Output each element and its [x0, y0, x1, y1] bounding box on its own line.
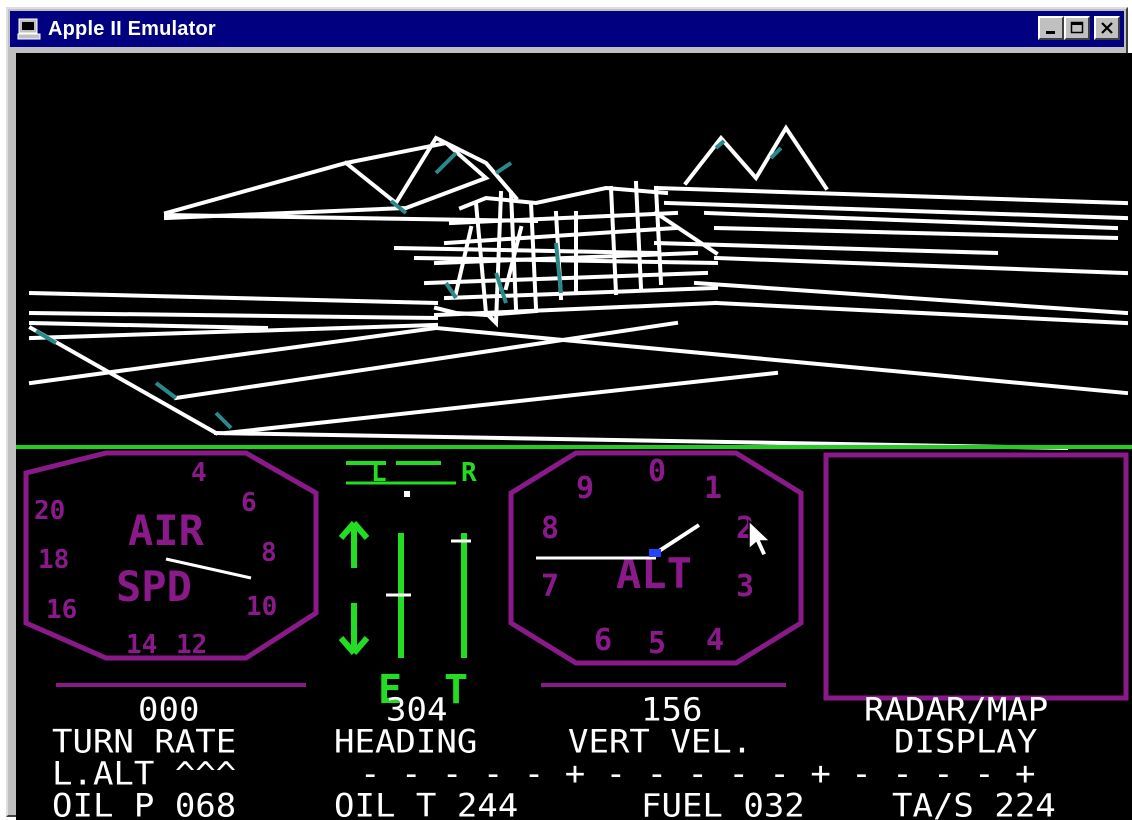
airspeed-mark: 6 [241, 488, 257, 518]
altimeter-mark: 7 [541, 569, 559, 604]
airspeed-mark: 14 [126, 630, 157, 660]
radar-map-panel [823, 452, 1129, 701]
mouse-cursor [748, 519, 772, 557]
oil-pressure-readout: OIL P 068 [52, 787, 237, 820]
airspeed-label-bottom: SPD [116, 562, 192, 611]
emulator-screen[interactable]: 4 6 8 10 12 14 16 18 20 AIR SPD L R E T … [16, 53, 1132, 820]
turn-rate-value: 000 [138, 691, 200, 730]
radar-label-1: RADAR/MAP [864, 691, 1049, 730]
engine-row: OIL P 068 OIL T 244 FUEL 032 TA/S 224 [16, 787, 1132, 820]
airspeed-mark: 16 [46, 595, 77, 625]
altimeter-mark: 4 [706, 623, 724, 658]
altimeter-mark: 9 [576, 471, 594, 506]
close-button[interactable] [1094, 16, 1120, 40]
airspeed-mark: 10 [246, 592, 277, 622]
minimize-button[interactable] [1038, 16, 1064, 40]
airspeed-mark: 18 [38, 545, 69, 575]
heading-value: 304 [386, 691, 448, 730]
computer-icon [17, 18, 41, 40]
heading-label: HEADING [334, 723, 478, 762]
lalt-label: L.ALT ^^^ [52, 755, 237, 794]
radar-label-2: DISPLAY [894, 723, 1038, 762]
altimeter-mark: 5 [648, 626, 666, 661]
emulator-window: Apple II Emulator 4 6 8 10 12 14 16 18 2… [6, 7, 1132, 820]
vert-vel-value: 156 [641, 691, 703, 730]
attitude-indicator: L R E T [338, 458, 477, 713]
altimeter-mark: 1 [704, 471, 722, 506]
altimeter-gauge: 0 1 2 3 4 5 6 7 8 9 ALT [508, 450, 804, 666]
airspeed-mark: 4 [191, 458, 207, 488]
true-airspeed-readout: TA/S 224 [892, 787, 1056, 820]
airspeed-label-top: AIR [128, 506, 205, 555]
airspeed-mark: 12 [176, 630, 207, 660]
fuel-readout: FUEL 032 [641, 787, 805, 820]
maximize-icon [1070, 21, 1084, 34]
turn-rate-label: TURN RATE [52, 723, 237, 762]
airspeed-gauge: 4 6 8 10 12 14 16 18 20 AIR SPD [23, 450, 319, 661]
oil-temp-readout: OIL T 244 [334, 787, 519, 820]
altimeter-mark: 3 [736, 569, 754, 604]
airspeed-mark: 20 [34, 496, 65, 526]
wireframe-scene [28, 124, 1129, 451]
vert-vel-label: VERT VEL. [568, 723, 753, 762]
maximize-button[interactable] [1064, 16, 1090, 40]
panel-divider [16, 445, 1132, 449]
altimeter-mark: 0 [648, 454, 666, 489]
close-icon [1101, 22, 1113, 34]
window-title: Apple II Emulator [48, 17, 216, 40]
minimize-icon [1046, 31, 1055, 34]
airspeed-mark: 8 [261, 538, 277, 568]
altimeter-mark: 8 [541, 511, 559, 546]
trim-scale: - - - - - + - - - - - + - - - - + [360, 755, 1036, 794]
altimeter-mark: 6 [594, 623, 612, 658]
title-bar[interactable]: Apple II Emulator [10, 11, 1124, 47]
window-controls [1036, 16, 1120, 40]
lr-right-label: R [461, 458, 477, 488]
